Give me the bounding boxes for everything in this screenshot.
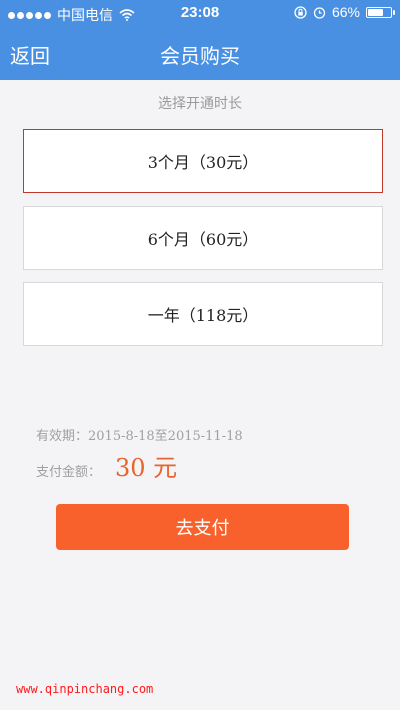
page-title: 会员购买	[160, 44, 240, 68]
alarm-icon	[313, 6, 326, 19]
duration-option-1-year[interactable]: 一年（118元）	[23, 282, 383, 346]
duration-section-label: 选择开通时长	[158, 96, 242, 112]
validity-period: 有效期：2015-8-18至2015-11-18	[36, 429, 243, 444]
payment-amount-value: 30 元	[115, 454, 178, 482]
duration-option-6-months[interactable]: 6个月（60元）	[23, 206, 383, 270]
pay-button[interactable]: 去支付	[56, 504, 349, 550]
navigation-bar: 返回 会员购买	[0, 26, 400, 80]
status-bar: 中国电信 23:08 66%	[0, 0, 400, 26]
duration-option-3-months[interactable]: 3个月（30元）	[23, 129, 383, 193]
battery-icon	[366, 6, 395, 18]
battery-percent: 66%	[331, 4, 360, 20]
duration-option-label: 6个月（60元）	[147, 230, 259, 249]
payment-amount-row: 支付金额： 30 元	[36, 448, 177, 483]
watermark-text: www.qinpinchang.com	[16, 682, 154, 696]
payment-amount-label: 支付金额：	[36, 465, 102, 480]
rotation-lock-icon	[294, 5, 307, 19]
duration-option-label: 一年（118元）	[147, 306, 259, 325]
status-right: 66%	[294, 4, 395, 20]
duration-option-label: 3个月（30元）	[147, 153, 259, 172]
